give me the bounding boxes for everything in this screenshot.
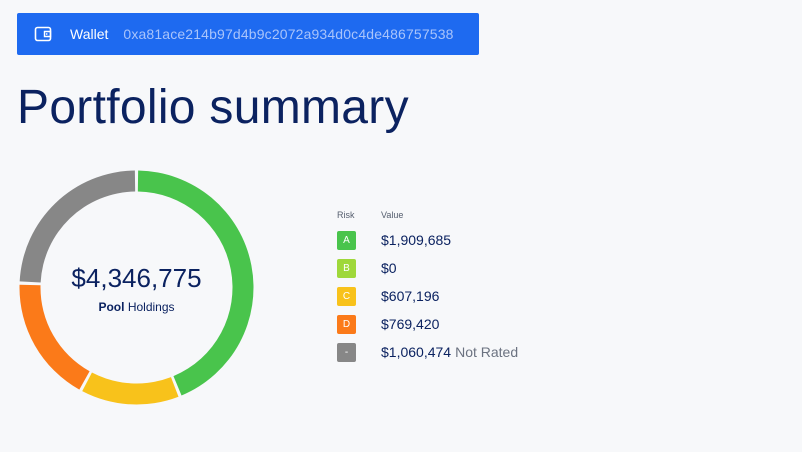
wallet-icon <box>34 25 52 43</box>
legend-row: B $0 <box>337 254 518 282</box>
wallet-bar[interactable]: Wallet 0xa81ace214b97d4b9c2072a934d0c4de… <box>17 13 479 55</box>
legend-row: C $607,196 <box>337 282 518 310</box>
page-title: Portfolio summary <box>17 81 409 134</box>
legend-row: A $1,909,685 <box>337 226 518 254</box>
legend-value: $1,060,474 <box>381 344 452 360</box>
risk-legend: Risk Value A $1,909,685 B $0 C $607,196 … <box>337 210 518 366</box>
legend-header-risk: Risk <box>337 210 355 220</box>
legend-row: D $769,420 <box>337 310 518 338</box>
risk-badge: C <box>337 286 356 306</box>
risk-badge: B <box>337 258 356 278</box>
legend-value: $607,196 <box>381 288 440 304</box>
pool-label-strong: Pool <box>98 300 125 314</box>
legend-note: Not Rated <box>455 344 519 360</box>
risk-badge: A <box>337 230 356 250</box>
total-holdings-value: $4,346,775 <box>71 263 202 293</box>
donut-center: $4,346,775 Pool Holdings <box>18 169 255 406</box>
risk-badge: D <box>337 314 356 334</box>
legend-value: $769,420 <box>381 316 440 332</box>
legend-row: - $1,060,474 Not Rated <box>337 338 518 366</box>
legend-value: $1,909,685 <box>381 232 452 248</box>
legend-headers: Risk Value <box>337 210 518 226</box>
pool-holdings-label: Pool Holdings <box>98 300 174 314</box>
pool-label-rest: Holdings <box>127 300 175 314</box>
legend-header-value: Value <box>381 210 404 220</box>
wallet-address: 0xa81ace214b97d4b9c2072a934d0c4de4867575… <box>123 26 454 42</box>
risk-badge: - <box>337 342 356 362</box>
wallet-label: Wallet <box>70 26 109 42</box>
legend-value: $0 <box>381 260 397 276</box>
holdings-donut-chart: $4,346,775 Pool Holdings <box>18 169 255 406</box>
